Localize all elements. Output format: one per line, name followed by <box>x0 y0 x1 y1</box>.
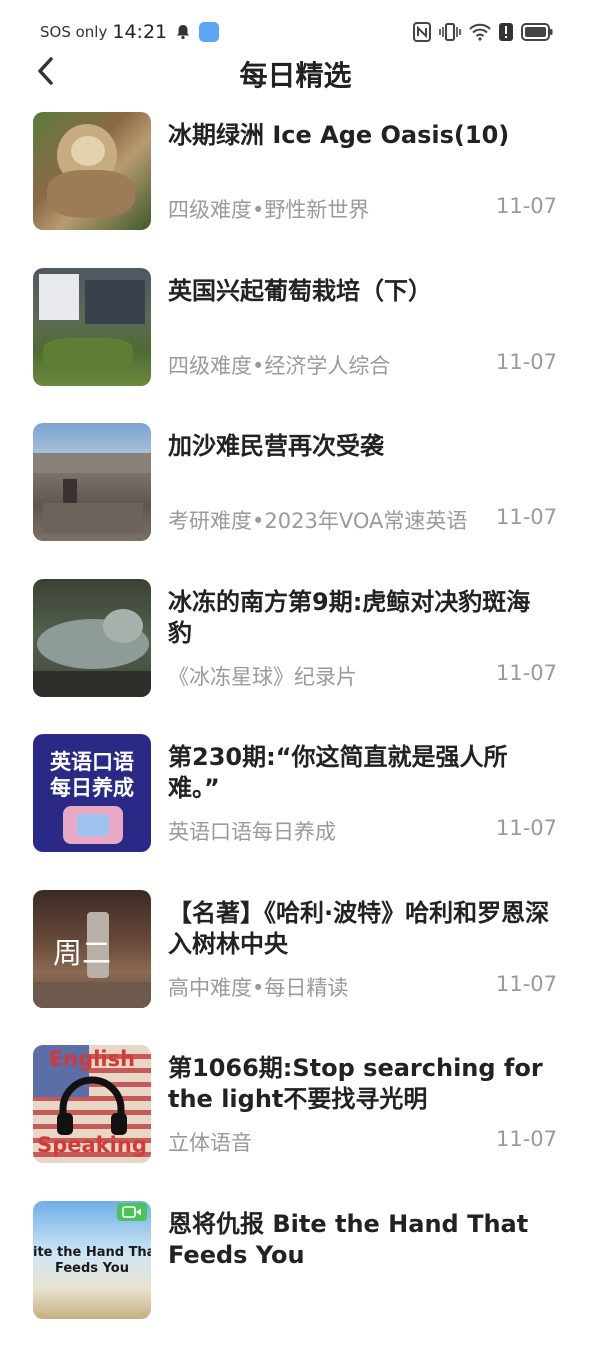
list-item[interactable]: 加沙难民营再次受袭 考研难度•2023年VOA常速英语 11-07 <box>0 421 591 577</box>
item-date: 11-07 <box>496 194 557 218</box>
item-title: 英国兴起葡萄栽培（下） <box>168 276 553 307</box>
list-item[interactable]: 英语口语 每日养成 第230期:“你这简直就是强人所难。” 英语口语每日养成 1… <box>0 732 591 888</box>
headphones-icon <box>53 1075 131 1137</box>
item-date: 11-07 <box>496 1127 557 1151</box>
item-meta: 《冰冻星球》纪录片 <box>168 661 357 691</box>
nfc-icon <box>413 22 431 42</box>
item-date: 11-07 <box>496 816 557 840</box>
item-title: 加沙难民营再次受袭 <box>168 431 553 462</box>
item-meta: 考研难度•2023年VOA常速英语 <box>168 505 467 535</box>
list-item[interactable]: ite the Hand Tha Feeds You 恩将仇报 Bite the… <box>0 1199 591 1354</box>
thumbnail-sky: ite the Hand Tha Feeds You <box>33 1201 151 1319</box>
thumbnail-label: 周二 <box>33 930 151 972</box>
item-meta: 英语口语每日养成 <box>168 816 336 846</box>
item-date: 11-07 <box>496 661 557 685</box>
thumbnail-seal <box>33 579 151 697</box>
page-header: 每日精选 <box>0 48 591 94</box>
item-date: 11-07 <box>496 972 557 996</box>
item-title: 【名著】《哈利·波特》哈利和罗恩深入树林中央 <box>168 898 553 960</box>
article-list: 冰期绿洲 Ice Age Oasis(10) 四级难度•野性新世界 11-07 … <box>0 110 591 1354</box>
thumbnail-label: ite the Hand Tha <box>33 1245 151 1260</box>
list-item[interactable]: 英国兴起葡萄栽培（下） 四级难度•经济学人综合 11-07 <box>0 266 591 422</box>
wifi-icon <box>469 23 491 41</box>
item-title: 冰冻的南方第9期:虎鲸对决豹斑海豹 <box>168 587 553 649</box>
item-date: 11-07 <box>496 505 557 529</box>
thumbnail-rubble <box>33 423 151 541</box>
video-icon <box>122 1206 142 1218</box>
thumbnail-label: Speaking <box>33 1133 151 1157</box>
alert-icon <box>499 23 513 41</box>
item-date: 11-07 <box>496 350 557 374</box>
item-meta: 四级难度•野性新世界 <box>168 194 369 224</box>
list-item[interactable]: 周二 【名著】《哈利·波特》哈利和罗恩深入树林中央 高中难度•每日精读 11-0… <box>0 888 591 1044</box>
thumbnail-vineyard <box>33 268 151 386</box>
thumbnail-label: 每日养成 <box>33 772 151 802</box>
list-item[interactable]: 冰期绿洲 Ice Age Oasis(10) 四级难度•野性新世界 11-07 <box>0 110 591 266</box>
list-item[interactable]: English Speaking 第1066期:Stop searching f… <box>0 1043 591 1199</box>
thumbnail-cover-art: 英语口语 每日养成 <box>33 734 151 852</box>
item-title: 第230期:“你这简直就是强人所难。” <box>168 742 553 804</box>
item-meta: 四级难度•经济学人综合 <box>168 350 390 380</box>
thumbnail-hourglass: 周二 <box>33 890 151 1008</box>
item-title: 第1066期:Stop searching for the light不要找寻光… <box>168 1053 553 1115</box>
item-meta: 立体语音 <box>168 1127 252 1157</box>
vibrate-icon <box>439 22 461 42</box>
thumbnail-label: Feeds You <box>33 1261 151 1276</box>
thumbnail-sloth <box>33 112 151 230</box>
page-title: 每日精选 <box>0 54 591 94</box>
battery-icon <box>521 23 553 41</box>
app-notification-icon <box>199 22 219 42</box>
bell-icon <box>175 24 191 40</box>
clock: 14:21 <box>112 21 167 43</box>
list-item[interactable]: 冰冻的南方第9期:虎鲸对决豹斑海豹 《冰冻星球》纪录片 11-07 <box>0 577 591 733</box>
thumbnail-label: English <box>33 1047 151 1071</box>
item-title: 恩将仇报 Bite the Hand That Feeds You <box>168 1209 553 1271</box>
item-title: 冰期绿洲 Ice Age Oasis(10) <box>168 120 553 151</box>
item-meta: 高中难度•每日精读 <box>168 972 348 1002</box>
sos-status: SOS only <box>40 23 107 41</box>
thumbnail-headphones-art: English Speaking <box>33 1045 151 1163</box>
